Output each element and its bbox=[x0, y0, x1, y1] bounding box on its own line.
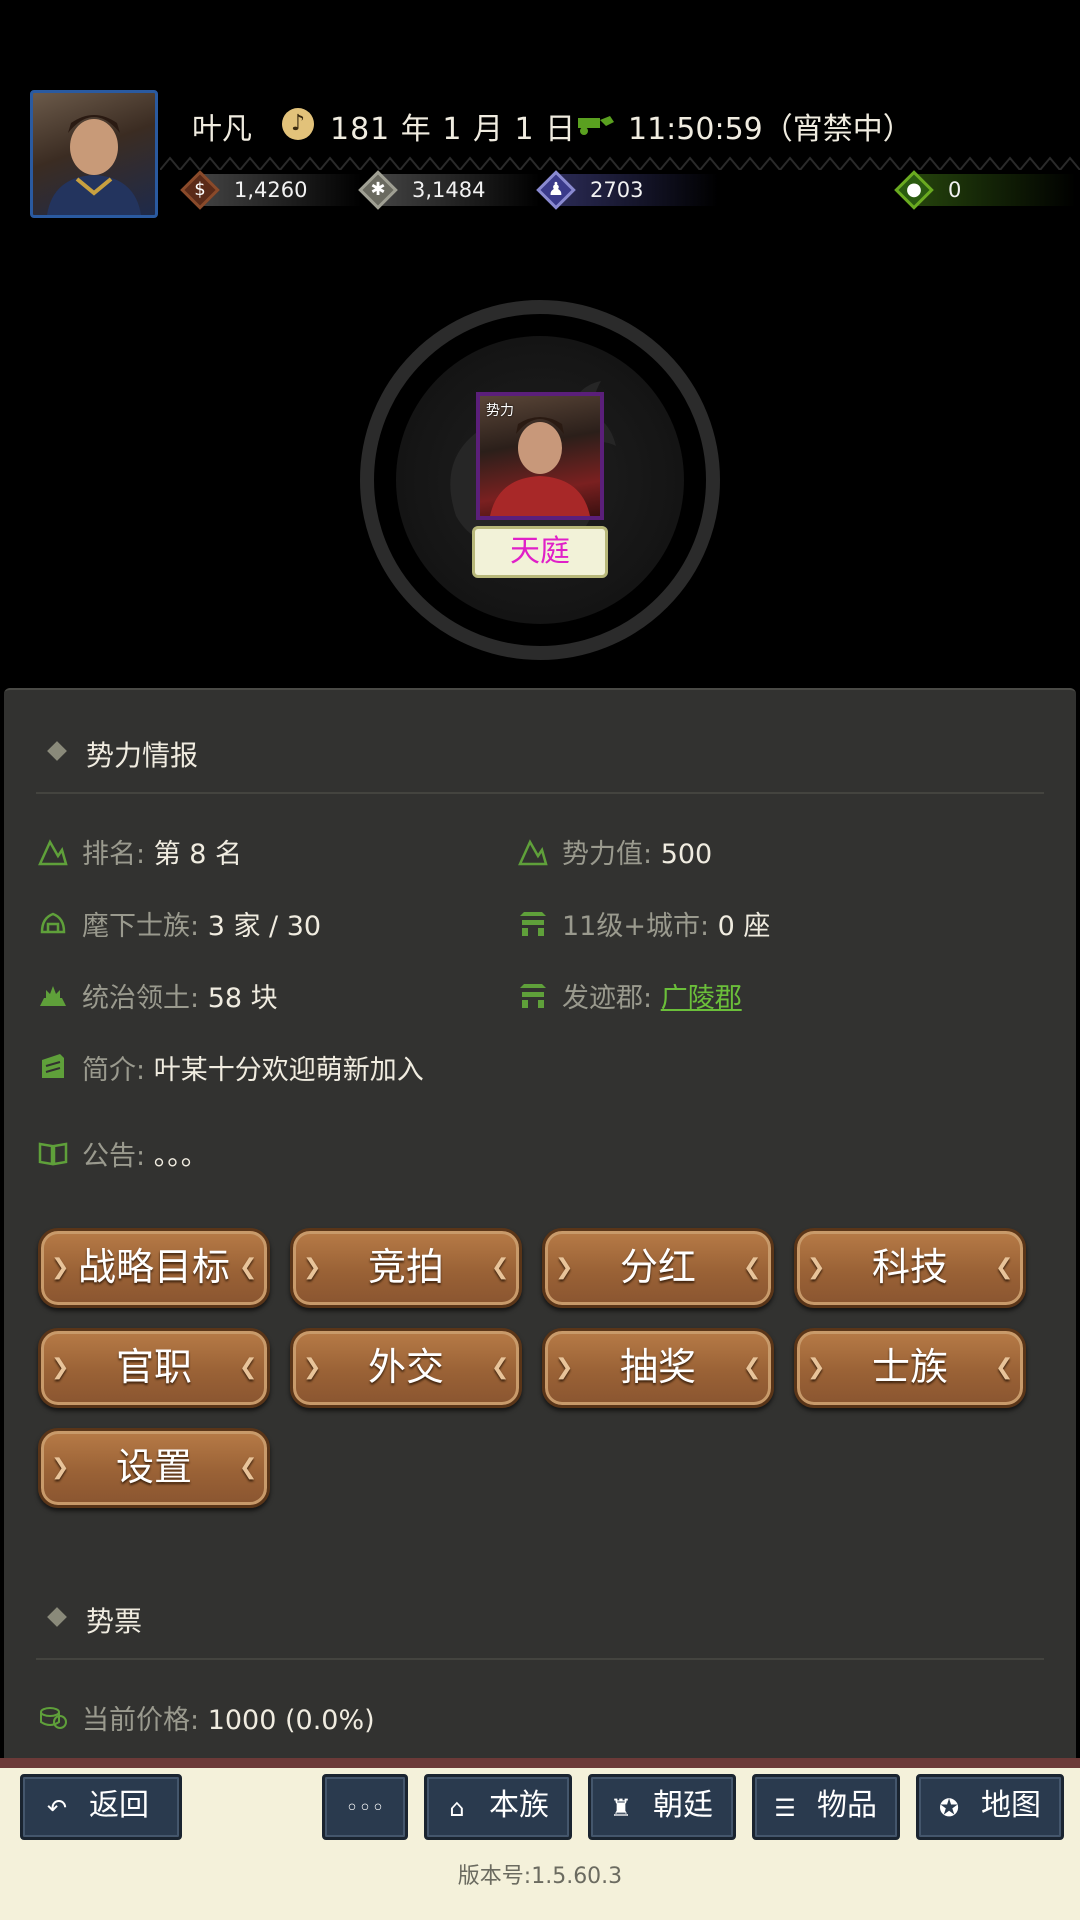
territory-value: 58 块 bbox=[207, 983, 278, 1014]
diamond-bullet-icon bbox=[47, 1607, 67, 1627]
power-info: 势力值: 500 bbox=[518, 832, 1018, 872]
book-icon bbox=[38, 1142, 68, 1166]
grain-resource[interactable]: ✱ 3,1484 bbox=[358, 168, 558, 212]
diamond-bullet-icon bbox=[47, 741, 67, 761]
power-value: 500 bbox=[660, 839, 713, 870]
rank-value: 第 8 名 bbox=[153, 839, 243, 870]
more-button[interactable]: ◦◦◦ bbox=[322, 1774, 408, 1840]
section-title: 势力情报 bbox=[86, 739, 199, 772]
game-date: 181 年 1 月 1 日 bbox=[330, 112, 577, 147]
items-icon: ☰ bbox=[774, 1794, 796, 1822]
origin-commandery-link[interactable]: 广陵郡 bbox=[661, 983, 742, 1014]
pouch-icon: ● bbox=[906, 179, 922, 200]
troops-resource[interactable]: ♟ 2703 bbox=[536, 168, 736, 212]
notice-info: 公告: 。。。 bbox=[38, 1134, 1038, 1174]
decorative-zigzag-border bbox=[160, 156, 1080, 170]
clan-hall-icon bbox=[40, 912, 66, 934]
items-nav-button[interactable]: ☰ 物品 bbox=[752, 1774, 900, 1840]
cities-value: 0 座 bbox=[717, 911, 771, 942]
more-dots-icon: ◦◦◦ bbox=[345, 1796, 385, 1821]
divider bbox=[36, 792, 1044, 794]
clans-info: 麾下士族: 3 家 / 30 bbox=[38, 904, 478, 944]
portrait-icon bbox=[47, 115, 141, 215]
rank-info: 排名: 第 8 名 bbox=[38, 832, 478, 872]
player-avatar[interactable] bbox=[30, 90, 158, 218]
bottom-nav-bar: ↶ 返回 ◦◦◦ ⌂ 本族 ♜ 朝廷 ☰ 物品 ✪ 地图 版本号:1.5.60.… bbox=[0, 1758, 1080, 1920]
mountain-icon bbox=[518, 839, 548, 866]
territory-info: 统治领土: 58 块 bbox=[38, 976, 478, 1016]
diplomacy-button[interactable]: ❯ 外交 ❮ bbox=[290, 1328, 522, 1408]
faction-name: 天庭 bbox=[472, 526, 608, 578]
cart-icon bbox=[578, 116, 614, 135]
tech-button[interactable]: ❯ 科技 ❮ bbox=[794, 1228, 1026, 1308]
compass-icon: ✪ bbox=[938, 1794, 960, 1822]
clan-button[interactable]: ❯ 士族 ❮ bbox=[794, 1328, 1026, 1408]
game-time: 11:50:59（宵禁中） bbox=[628, 112, 913, 147]
pouch-value: 0 bbox=[948, 178, 962, 202]
settings-button[interactable]: ❯ 设置 ❮ bbox=[38, 1428, 270, 1508]
cities-info: 11级+城市: 0 座 bbox=[518, 904, 1018, 944]
stock-price-info: 当前价格: 1000 (0.0%) bbox=[38, 1698, 1038, 1738]
dividend-button[interactable]: ❯ 分红 ❮ bbox=[542, 1228, 774, 1308]
faction-leader-portrait[interactable]: 势力 bbox=[476, 392, 604, 520]
decorative-trim bbox=[0, 1758, 1080, 1768]
city-gate-icon bbox=[520, 912, 546, 936]
auction-button[interactable]: ❯ 竞拍 ❮ bbox=[290, 1228, 522, 1308]
scroll-icon bbox=[42, 1054, 64, 1078]
origin-info: 发迹郡: 广陵郡 bbox=[518, 976, 1018, 1016]
clans-value: 3 家 / 30 bbox=[207, 911, 322, 942]
strategy-goal-button[interactable]: ❯ 战略目标 ❮ bbox=[38, 1228, 270, 1308]
coin-stack-icon bbox=[40, 1707, 67, 1729]
notice-value: 。。。 bbox=[153, 1141, 208, 1172]
palace-icon: ♜ bbox=[610, 1794, 632, 1822]
calendar-icon: ♪ bbox=[282, 108, 314, 140]
official-post-button[interactable]: ❯ 官职 ❮ bbox=[38, 1328, 270, 1408]
back-button[interactable]: ↶ 返回 bbox=[20, 1774, 182, 1840]
territory-icon bbox=[40, 986, 66, 1006]
faction-info-panel: 势力情报 排名: 第 8 名 势力值: 500 麾下士族: 3 家 / 30 1… bbox=[4, 688, 1076, 1760]
troops-value: 2703 bbox=[590, 178, 644, 202]
city-gate-icon bbox=[520, 984, 546, 1008]
coin-icon: $ bbox=[194, 179, 206, 200]
player-name: 叶凡 bbox=[192, 112, 252, 147]
soldier-icon: ♟ bbox=[547, 179, 565, 200]
back-arrow-icon: ↶ bbox=[46, 1794, 68, 1822]
leader-tag: 势力 bbox=[486, 403, 514, 419]
intro-value: 叶某十分欢迎萌新加入 bbox=[153, 1055, 424, 1086]
stock-price-value: 1000 (0.0%) bbox=[207, 1705, 375, 1736]
mountain-icon bbox=[38, 839, 68, 866]
intro-info: 简介: 叶某十分欢迎萌新加入 bbox=[38, 1048, 1038, 1088]
coin-resource[interactable]: $ 1,4260 bbox=[180, 168, 380, 212]
clan-hall-icon: ⌂ bbox=[449, 1794, 465, 1822]
grain-icon: ✱ bbox=[370, 179, 386, 200]
map-nav-button[interactable]: ✪ 地图 bbox=[916, 1774, 1064, 1840]
section-title: 势票 bbox=[86, 1605, 143, 1638]
top-status-bar: 叶凡 ♪ 181 年 1 月 1 日 11:50:59（宵禁中） $ 1,426… bbox=[0, 0, 1080, 240]
version-label: 版本号:1.5.60.3 bbox=[457, 1864, 623, 1889]
grain-value: 3,1484 bbox=[412, 178, 486, 202]
divider bbox=[36, 1658, 1044, 1660]
clan-nav-button[interactable]: ⌂ 本族 bbox=[424, 1774, 572, 1840]
coin-value: 1,4260 bbox=[234, 178, 308, 202]
pouch-resource[interactable]: ● 0 bbox=[894, 168, 1076, 212]
court-nav-button[interactable]: ♜ 朝廷 bbox=[588, 1774, 736, 1840]
lottery-button[interactable]: ❯ 抽奖 ❮ bbox=[542, 1328, 774, 1408]
